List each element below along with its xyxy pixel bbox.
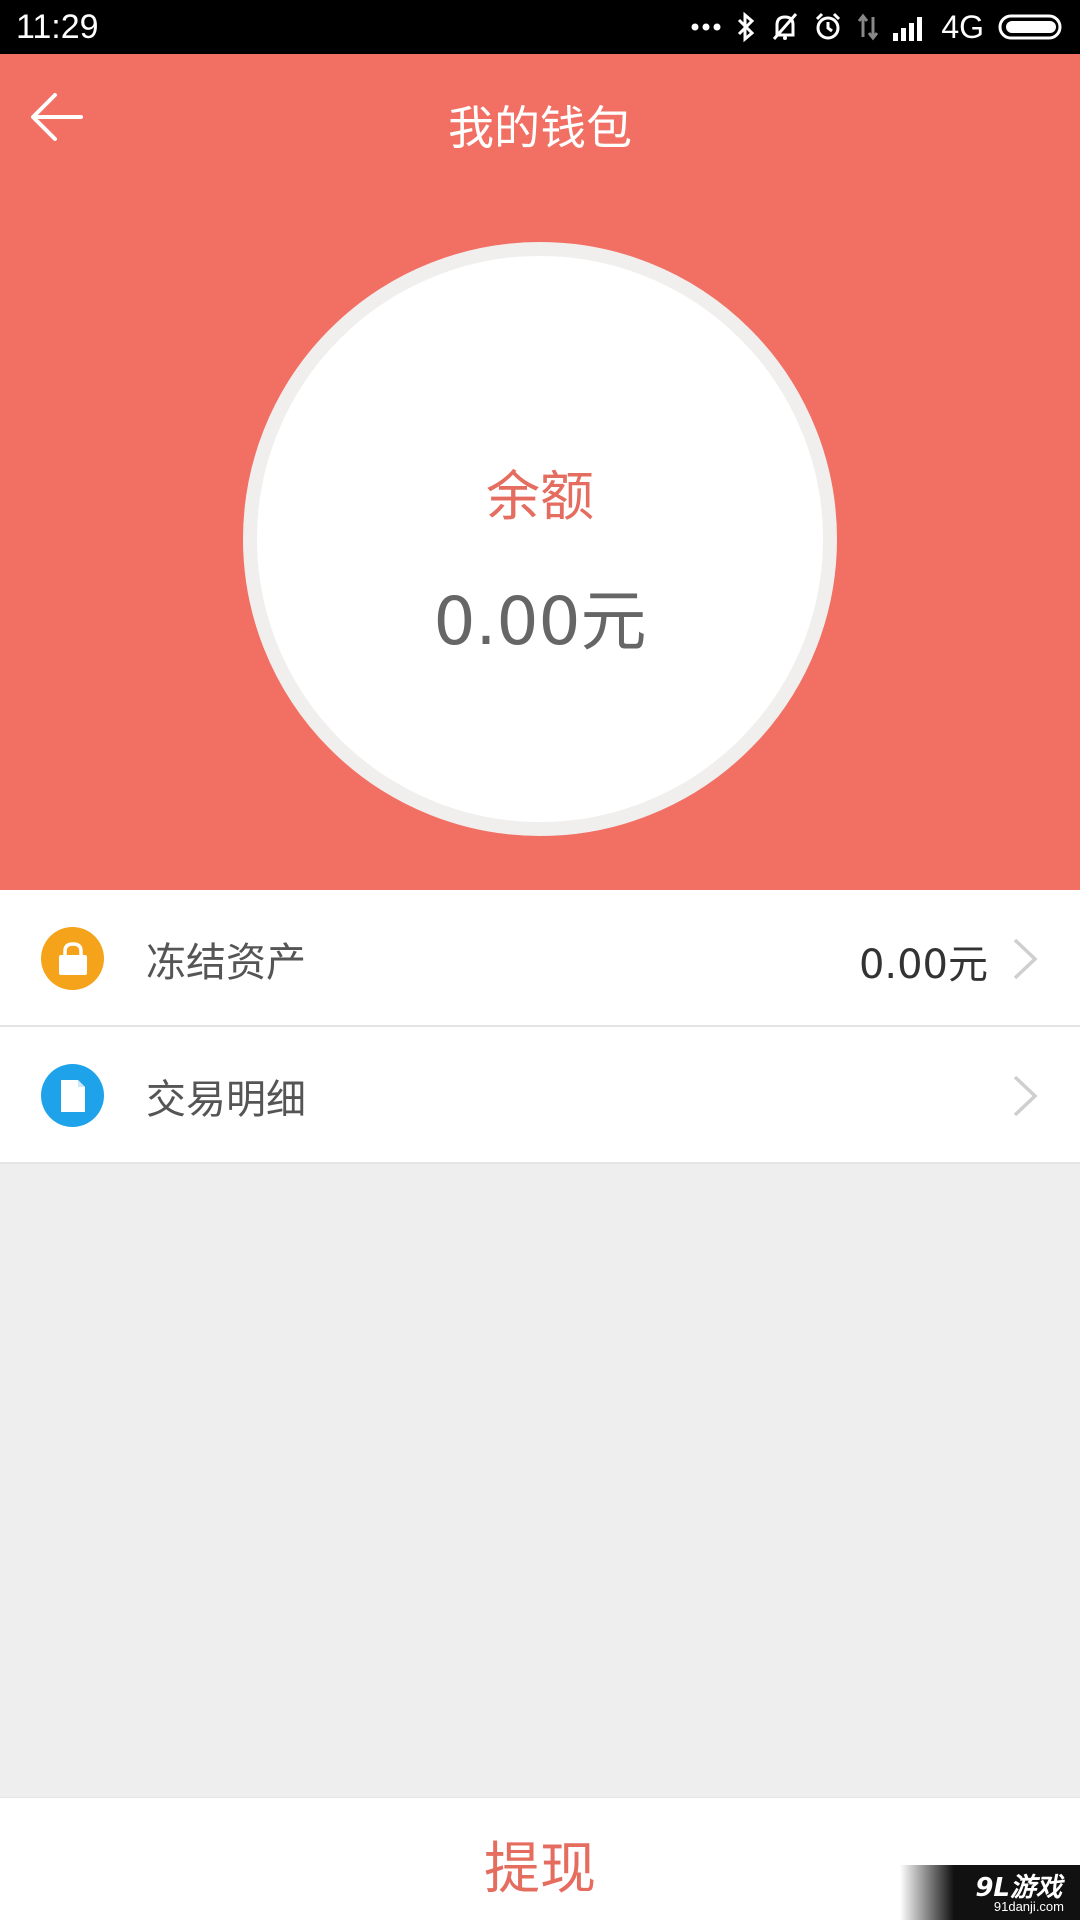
network-type: 4G (941, 8, 984, 45)
transaction-details-label: 交易明细 (146, 1077, 306, 1123)
status-icons: 4G (691, 9, 1064, 46)
document-icon (41, 1064, 104, 1127)
lock-icon (41, 927, 104, 990)
status-time: 11:29 (16, 7, 99, 46)
frozen-assets-value: 0.00元 (858, 942, 988, 988)
mute-icon (771, 11, 799, 43)
balance-label: 余额 (486, 465, 594, 528)
status-bar: 11:29 4G (0, 0, 1080, 54)
wallet-header: 我的钱包 余额 0.00元 (0, 54, 1080, 890)
watermark-url: 91danji.com (993, 1899, 1064, 1914)
data-icon (857, 11, 879, 43)
chevron-right-icon (1010, 1073, 1040, 1119)
transaction-details-item[interactable]: 交易明细 (0, 1027, 1080, 1164)
watermark-logo: 9L游戏 91danji.com (900, 1865, 1080, 1920)
chevron-right-icon (1010, 936, 1040, 982)
more-icon (691, 22, 721, 32)
balance-circle: 余额 0.00元 (243, 242, 837, 836)
balance-amount: 0.00元 (433, 583, 647, 660)
wallet-menu: 冻结资产 0.00元 交易明细 (0, 890, 1080, 1164)
bluetooth-icon (735, 11, 757, 43)
top-bar: 我的钱包 (0, 54, 1080, 188)
frozen-assets-label: 冻结资产 (146, 940, 306, 986)
signal-icon (893, 13, 927, 41)
alarm-icon (813, 11, 843, 43)
battery-icon (998, 13, 1064, 41)
page-title: 我的钱包 (448, 101, 632, 155)
frozen-assets-item[interactable]: 冻结资产 0.00元 (0, 890, 1080, 1027)
